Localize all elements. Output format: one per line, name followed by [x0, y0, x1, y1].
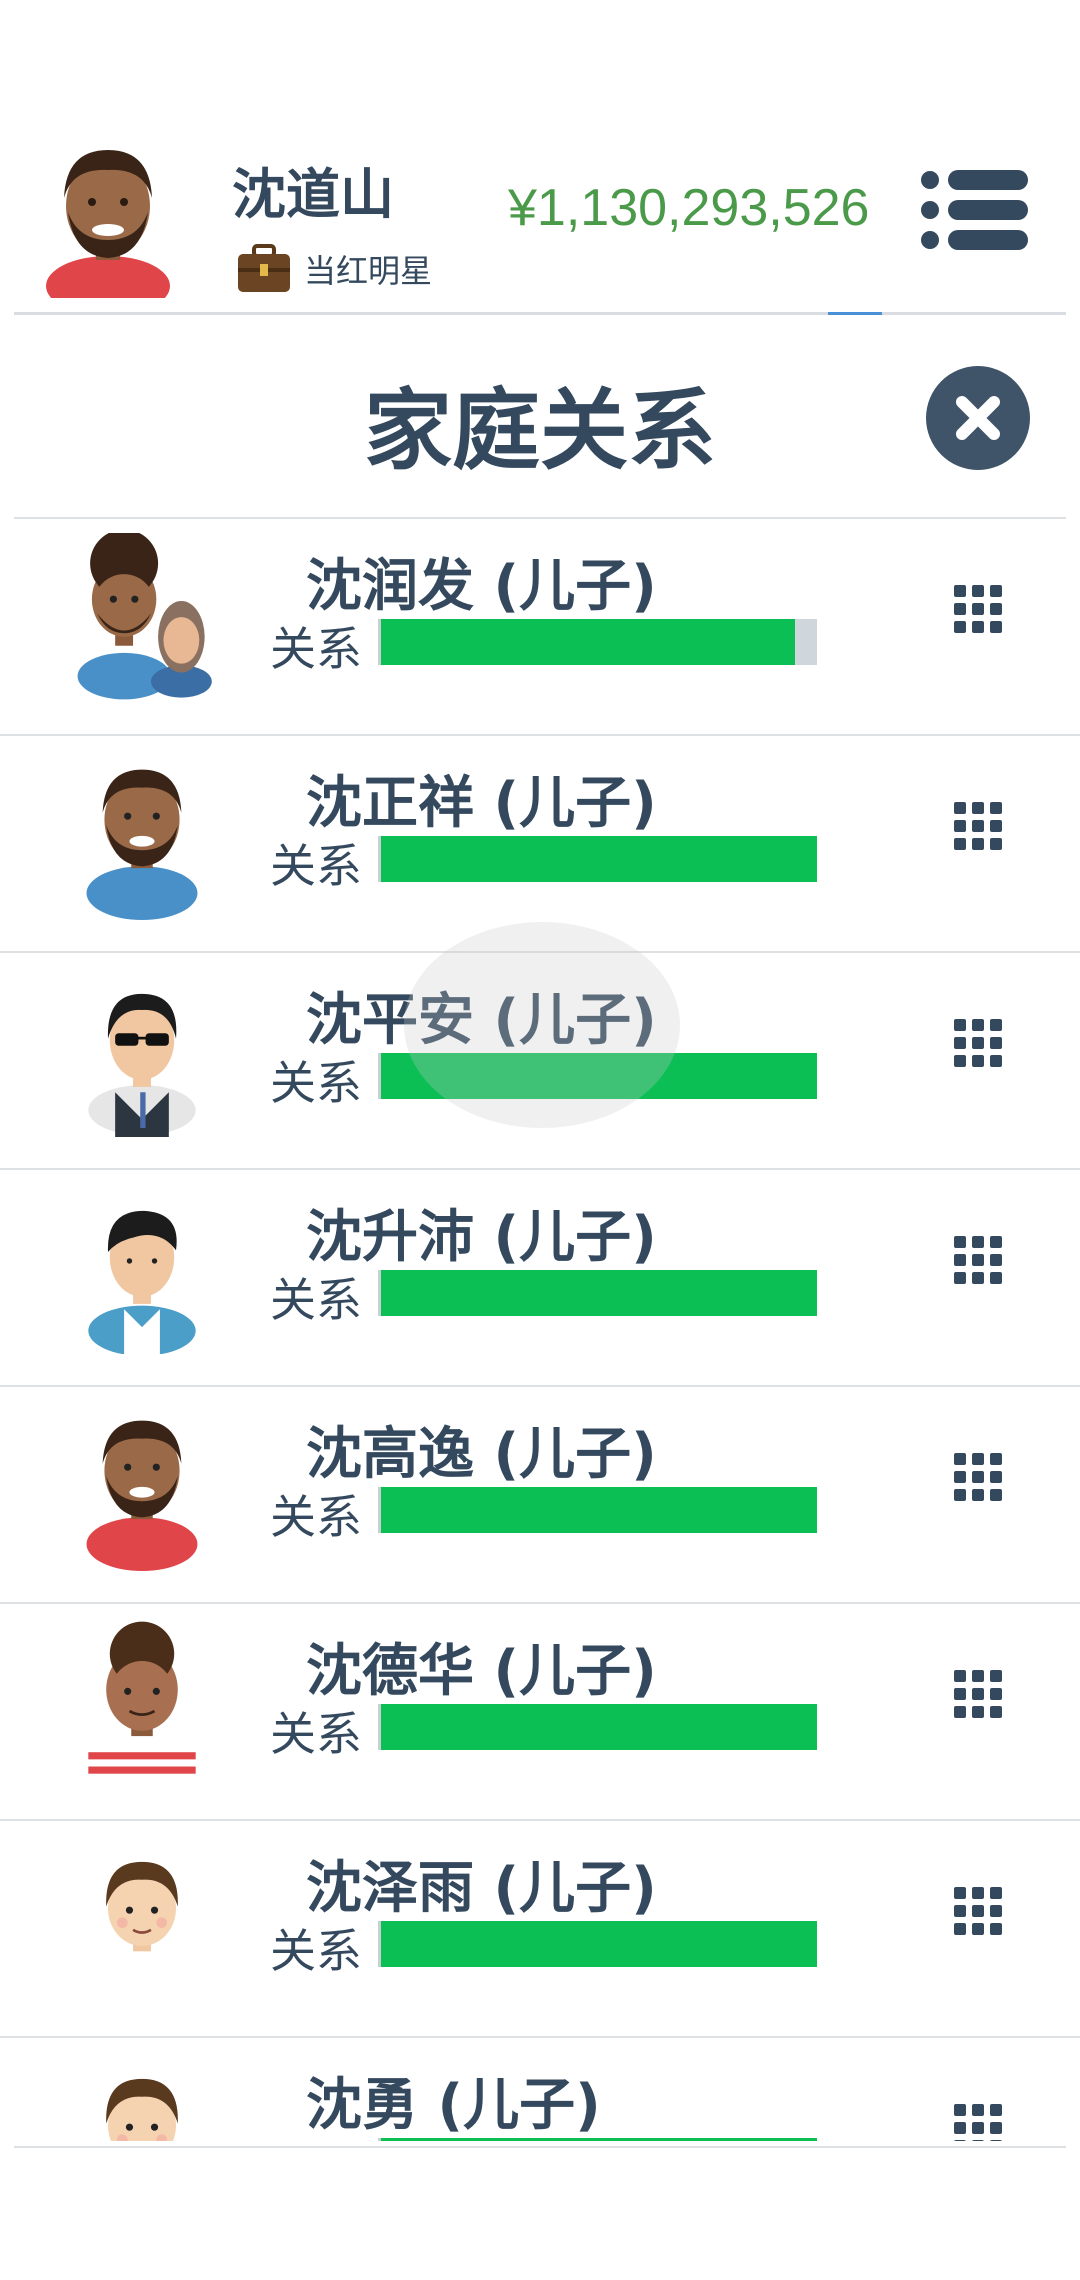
- grid-menu-icon[interactable]: [948, 1230, 1008, 1290]
- relationship-label: 关系: [270, 839, 362, 893]
- grid-menu-icon[interactable]: [948, 1013, 1008, 1073]
- relationship-label: 关系: [270, 2132, 362, 2141]
- relationship-bar: [378, 2138, 817, 2141]
- relationship-bar: [378, 1053, 817, 1099]
- family-member-row[interactable]: 沈润发 (儿子) 关系: [0, 519, 1080, 736]
- money-balance: ¥1,130,293,526: [508, 179, 870, 237]
- afro-man-with-woman-avatar[interactable]: [62, 533, 222, 703]
- family-member-row[interactable]: 沈勇 (儿子)关系: [0, 2038, 1080, 2141]
- relationship-bar-fill: [381, 1053, 817, 1099]
- player-name: 沈道山: [232, 163, 394, 226]
- family-member-row[interactable]: 沈升沛 (儿子) 关系: [0, 1170, 1080, 1387]
- relationship-bar-fill: [381, 836, 817, 882]
- family-member-row[interactable]: 沈正祥 (儿子) 关系: [0, 736, 1080, 953]
- relationship-bar-fill: [381, 1704, 817, 1750]
- curly-man-striped-avatar[interactable]: [62, 1618, 222, 1788]
- member-name: 沈升沛 (儿子): [306, 1205, 657, 1270]
- grid-menu-icon[interactable]: [948, 2098, 1008, 2141]
- relationship-bar: [378, 1704, 817, 1750]
- grid-menu-icon[interactable]: [948, 1447, 1008, 1507]
- briefcase-icon: [238, 244, 290, 292]
- family-member-row[interactable]: 沈平安 (儿子) 关系: [0, 953, 1080, 1170]
- relationship-bar: [378, 1270, 817, 1316]
- menu-icon[interactable]: [920, 168, 1030, 252]
- relationship-label: 关系: [270, 1924, 362, 1978]
- tab-indicator: [828, 312, 882, 315]
- relationship-label: 关系: [270, 1707, 362, 1761]
- list-bottom-divider: [14, 2146, 1066, 2148]
- player-avatar[interactable]: [40, 128, 176, 298]
- relationship-bar-fill: [381, 2138, 817, 2141]
- grid-menu-icon[interactable]: [948, 1664, 1008, 1724]
- bearded-man-avatar[interactable]: [62, 750, 222, 920]
- boy-avatar[interactable]: [62, 2052, 222, 2141]
- bearded-man-red-avatar[interactable]: [62, 1401, 222, 1571]
- member-name: 沈勇 (儿子): [306, 2073, 601, 2138]
- relationship-label: 关系: [270, 1490, 362, 1544]
- boy-avatar[interactable]: [62, 1835, 222, 2005]
- relationship-label: 关系: [270, 622, 362, 676]
- family-list[interactable]: 沈润发 (儿子) 关系 沈正祥 (儿子) 关系 沈平安 (儿子) 关系 沈升沛 (儿子) 关系…: [0, 519, 1080, 2141]
- status-header: 沈道山 当红明星 ¥1,130,293,526: [0, 0, 1080, 318]
- relationship-bar: [378, 1921, 817, 1967]
- member-name: 沈平安 (儿子): [306, 988, 657, 1053]
- member-name: 沈泽雨 (儿子): [306, 1856, 657, 1921]
- member-name: 沈德华 (儿子): [306, 1639, 657, 1704]
- relationship-bar: [378, 1487, 817, 1533]
- header-divider: [14, 312, 1066, 315]
- job-title: 当红明星: [304, 252, 433, 290]
- young-man-avatar[interactable]: [62, 1184, 222, 1354]
- member-name: 沈高逸 (儿子): [306, 1422, 657, 1487]
- grid-menu-icon[interactable]: [948, 579, 1008, 639]
- relationship-bar-fill: [381, 1487, 817, 1533]
- member-name: 沈润发 (儿子): [306, 554, 657, 619]
- family-member-row[interactable]: 沈高逸 (儿子) 关系: [0, 1387, 1080, 1604]
- sunglasses-man-avatar[interactable]: [62, 967, 222, 1137]
- close-icon: [956, 396, 1000, 440]
- relationship-label: 关系: [270, 1273, 362, 1327]
- relationship-bar: [378, 836, 817, 882]
- member-name: 沈正祥 (儿子): [306, 771, 657, 836]
- family-member-row[interactable]: 沈泽雨 (儿子) 关系: [0, 1821, 1080, 2038]
- job-badge: 当红明星: [236, 244, 432, 294]
- grid-menu-icon[interactable]: [948, 796, 1008, 856]
- relationship-bar-fill: [381, 619, 796, 665]
- relationship-bar: [378, 619, 817, 665]
- close-button[interactable]: [926, 366, 1030, 470]
- family-member-row[interactable]: 沈德华 (儿子) 关系: [0, 1604, 1080, 1821]
- relationship-bar-fill: [381, 1921, 817, 1967]
- grid-menu-icon[interactable]: [948, 1881, 1008, 1941]
- relationship-bar-fill: [381, 1270, 817, 1316]
- dialog-title: 家庭关系: [363, 379, 716, 482]
- relationship-label: 关系: [270, 1056, 362, 1110]
